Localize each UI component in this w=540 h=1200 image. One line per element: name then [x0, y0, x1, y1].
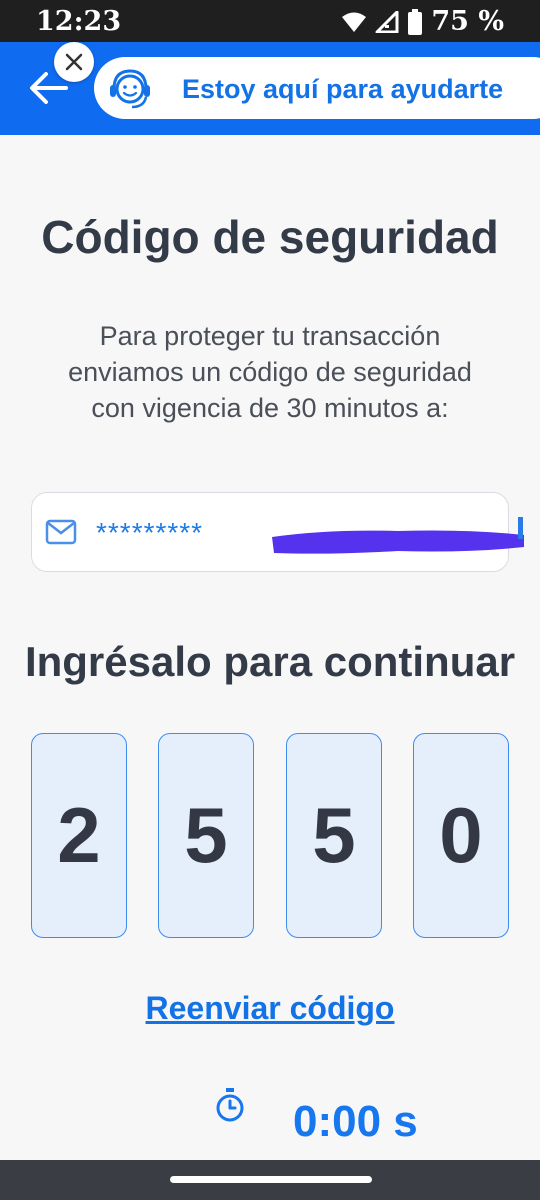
destination-email-field: *********: [31, 492, 524, 572]
email-text-end: [518, 517, 523, 539]
code-digit-3[interactable]: 5: [286, 733, 382, 938]
code-digit-1[interactable]: 2: [31, 733, 127, 938]
enter-code-subtitle: Ingrésalo para continuar: [24, 638, 516, 685]
app-header: Estoy aquí para ayudarte: [0, 42, 540, 135]
redaction-scribble: [272, 530, 524, 554]
signal-icon: [375, 10, 399, 33]
status-bar: 12:23 75 %: [0, 0, 540, 42]
countdown-timer: 0:00 s: [293, 1097, 418, 1146]
helper-banner[interactable]: Estoy aquí para ayudarte: [94, 57, 540, 119]
home-indicator[interactable]: [170, 1176, 372, 1183]
resend-code-link[interactable]: Reenviar código: [0, 990, 540, 1027]
battery-icon: [408, 8, 423, 35]
status-icons: 75 %: [341, 6, 504, 37]
battery-percent: 75 %: [431, 6, 504, 37]
mail-icon: [45, 519, 77, 545]
status-time: 12:23: [36, 6, 122, 37]
helper-text: Estoy aquí para ayudarte: [182, 74, 504, 104]
system-nav-bar: [0, 1160, 540, 1200]
email-masked-text: *********: [96, 517, 204, 548]
close-icon: [65, 53, 83, 71]
headset-agent-icon: [110, 69, 150, 109]
code-digit-4[interactable]: 0: [413, 733, 509, 938]
code-digit-2[interactable]: 5: [158, 733, 254, 938]
close-helper-button[interactable]: [54, 42, 94, 82]
wifi-icon: [342, 12, 367, 32]
stopwatch-icon: [216, 1088, 244, 1122]
description-text: Para proteger tu transacción enviamos un…: [68, 321, 472, 423]
page-title: Código de seguridad: [41, 211, 499, 263]
